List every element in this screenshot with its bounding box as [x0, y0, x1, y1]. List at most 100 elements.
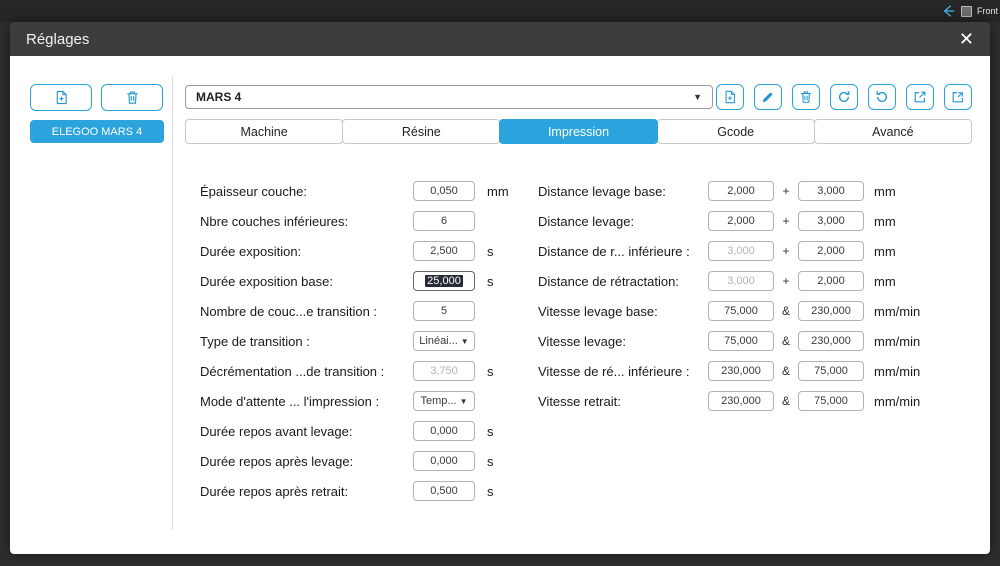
setting-value: 230,000	[811, 305, 851, 317]
setting-unit: s	[487, 483, 494, 499]
setting-input-primary[interactable]: 3,000	[708, 271, 774, 291]
restore-defaults-button[interactable]	[868, 84, 896, 110]
setting-select[interactable]: Linéai... ▼	[413, 331, 475, 351]
setting-row: Vitesse retrait: 230,000 & 75,000 mm/min	[538, 386, 920, 416]
setting-label: Nbre couches inférieures:	[200, 213, 349, 229]
setting-value: 0,500	[430, 485, 458, 497]
dialog-body: ELEGOO MARS 4 MARS 4 ▼ Machine Résine Im…	[10, 56, 990, 554]
setting-label: Épaisseur couche:	[200, 183, 307, 199]
tab-impression[interactable]: Impression	[499, 119, 658, 144]
new-profile-button[interactable]	[716, 84, 744, 110]
setting-row: Distance levage: 2,000 + 3,000 mm	[538, 206, 920, 236]
setting-value: 25,000	[425, 275, 463, 287]
delete-profile-button[interactable]	[792, 84, 820, 110]
setting-value: 3,750	[430, 365, 458, 377]
export-profile-button[interactable]	[906, 84, 934, 110]
setting-value: 230,000	[721, 395, 761, 407]
setting-row: Nombre de couc...e transition : 5	[200, 296, 538, 326]
setting-input[interactable]: 0,500	[413, 481, 475, 501]
setting-input-primary[interactable]: 230,000	[708, 391, 774, 411]
setting-input-secondary[interactable]: 230,000	[798, 331, 864, 351]
value-separator: +	[782, 244, 790, 258]
setting-input-secondary[interactable]: 75,000	[798, 361, 864, 381]
tab-label: Impression	[547, 124, 610, 139]
setting-unit: mm/min	[874, 363, 921, 379]
dialog-title: Réglages	[26, 30, 90, 48]
profile-dropdown[interactable]: MARS 4 ▼	[185, 85, 713, 109]
setting-input-secondary[interactable]: 230,000	[798, 301, 864, 321]
file-plus-icon	[723, 90, 737, 104]
setting-label: Distance de r... inférieure :	[538, 243, 690, 259]
setting-input[interactable]: 25,000	[413, 271, 475, 291]
value-separator: &	[781, 394, 790, 408]
setting-input[interactable]: 2,500	[413, 241, 475, 261]
setting-input[interactable]: 0,000	[413, 421, 475, 441]
background-top-strip: Front	[0, 0, 1000, 22]
setting-value: 75,000	[724, 335, 758, 347]
tab-avance[interactable]: Avancé	[813, 119, 973, 144]
setting-input-secondary[interactable]: 75,000	[798, 391, 864, 411]
setting-input[interactable]: 0,050	[413, 181, 475, 201]
setting-unit: s	[487, 423, 494, 439]
close-icon[interactable]: ✕	[959, 30, 974, 48]
tabs: Machine Résine Impression Gcode Avancé	[185, 119, 973, 144]
setting-value: 0,000	[430, 425, 458, 437]
setting-value: 0,000	[430, 455, 458, 467]
setting-value: 230,000	[811, 335, 851, 347]
setting-value: 3,000	[817, 185, 845, 197]
setting-value: 2,500	[430, 245, 458, 257]
setting-input-secondary[interactable]: 2,000	[798, 241, 864, 261]
setting-input-primary[interactable]: 3,000	[708, 241, 774, 261]
file-plus-icon	[54, 90, 69, 105]
import-profile-button[interactable]	[944, 84, 972, 110]
chevron-down-icon: ▼	[693, 92, 702, 102]
setting-input[interactable]: 3,750	[413, 361, 475, 381]
chevron-down-icon: ▼	[460, 336, 469, 346]
setting-value: 75,000	[724, 305, 758, 317]
setting-input-secondary[interactable]: 3,000	[798, 211, 864, 231]
setting-row: Type de transition : Linéai... ▼	[200, 326, 538, 356]
setting-select[interactable]: Temp... ▼	[413, 391, 475, 411]
setting-row: Distance levage base: 2,000 + 3,000 mm	[538, 176, 920, 206]
tab-machine[interactable]: Machine	[185, 119, 344, 144]
setting-label: Durée exposition base:	[200, 273, 333, 289]
setting-value: 2,000	[817, 245, 845, 257]
setting-input-secondary[interactable]: 3,000	[798, 181, 864, 201]
setting-input-primary[interactable]: 2,000	[708, 181, 774, 201]
add-printer-button[interactable]	[30, 84, 92, 111]
form-column-left: Épaisseur couche: 0,050 mm Nbre couches …	[200, 176, 538, 506]
tab-label: Résine	[401, 124, 441, 139]
setting-input[interactable]: 5	[413, 301, 475, 321]
setting-label: Décrémentation ...de transition :	[200, 363, 385, 379]
setting-input[interactable]: 0,000	[413, 451, 475, 471]
setting-input-primary[interactable]: 75,000	[708, 301, 774, 321]
value-separator: +	[782, 184, 790, 198]
setting-label: Durée exposition:	[200, 243, 302, 259]
setting-input-secondary[interactable]: 2,000	[798, 271, 864, 291]
setting-value: 75,000	[814, 395, 848, 407]
setting-row: Vitesse levage: 75,000 & 230,000 mm/min	[538, 326, 920, 356]
setting-input-primary[interactable]: 2,000	[708, 211, 774, 231]
setting-label: Distance de rétractation:	[538, 273, 679, 289]
refresh-icon	[837, 90, 851, 104]
chevron-down-icon: ▼	[459, 396, 468, 406]
setting-input-primary[interactable]: 230,000	[708, 361, 774, 381]
tab-gcode[interactable]: Gcode	[656, 119, 815, 144]
setting-input-primary[interactable]: 75,000	[708, 331, 774, 351]
setting-unit: s	[487, 453, 494, 469]
setting-row: Durée repos après retrait: 0,500 s	[200, 476, 538, 506]
value-separator: &	[781, 364, 790, 378]
tab-resine[interactable]: Résine	[342, 119, 501, 144]
setting-unit: s	[487, 273, 494, 289]
delete-printer-button[interactable]	[101, 84, 163, 111]
setting-unit: s	[487, 243, 494, 259]
value-separator: +	[782, 274, 790, 288]
printer-item-elegoo-mars-4[interactable]: ELEGOO MARS 4	[30, 120, 164, 143]
refresh-profile-button[interactable]	[830, 84, 858, 110]
setting-value: 5	[440, 305, 448, 317]
setting-value: Temp...	[420, 395, 457, 407]
edit-profile-button[interactable]	[754, 84, 782, 110]
setting-input[interactable]: 6	[413, 211, 475, 231]
setting-row: Décrémentation ...de transition : 3,750 …	[200, 356, 538, 386]
tab-label: Machine	[240, 124, 288, 139]
